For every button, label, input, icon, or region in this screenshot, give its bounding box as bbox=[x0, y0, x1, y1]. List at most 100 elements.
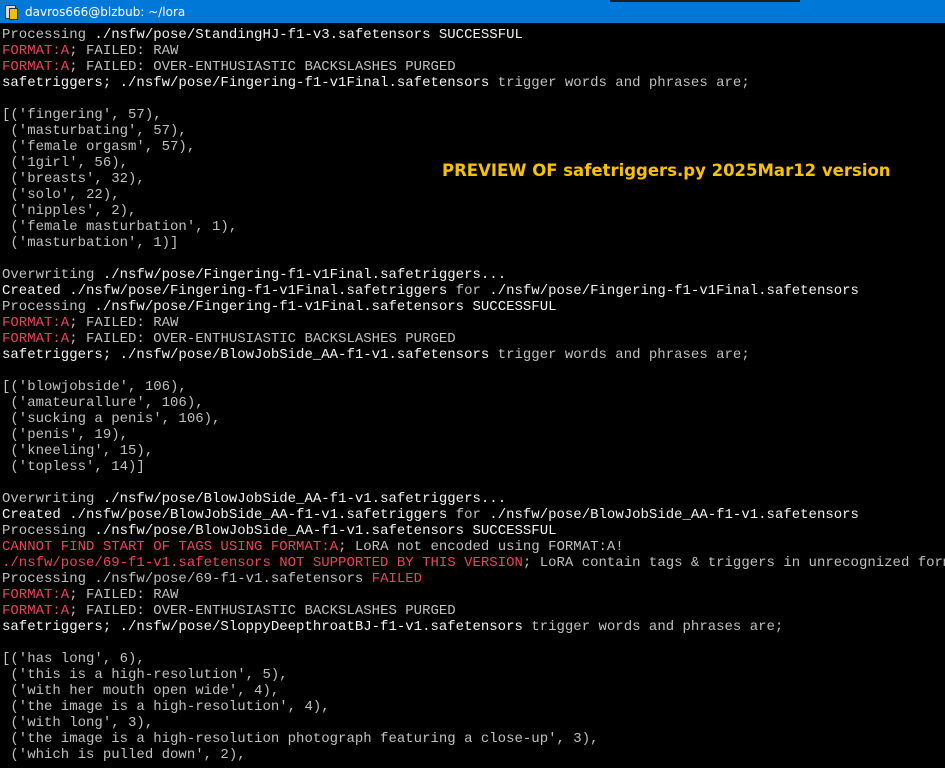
error-text: FORMAT:A bbox=[2, 43, 70, 59]
output-text: [('fingering', 57), bbox=[2, 107, 162, 123]
terminal-line: ('which is pulled down', 2), bbox=[2, 747, 945, 763]
terminal-line: ./nsfw/pose/69-f1-v1.safetensors NOT SUP… bbox=[2, 555, 945, 571]
output-text: ('penis', 19), bbox=[2, 427, 129, 443]
terminal-line: FORMAT:A; FAILED: OVER-ENTHUSIASTIC BACK… bbox=[2, 603, 945, 619]
terminal-line bbox=[2, 635, 945, 651]
output-text: ('breasts', 32), bbox=[2, 171, 145, 187]
window-title: davros666@blzbub: ~/lora bbox=[25, 4, 186, 19]
error-text: CANNOT FIND START OF TAGS USING FORMAT:A bbox=[2, 539, 339, 555]
terminal-line: ('female masturbation', 1), bbox=[2, 219, 945, 235]
output-text: safetriggers; ./nsfw/pose/Fingering-f1-v… bbox=[2, 75, 490, 91]
output-text: ; LoRA not encoded using FORMAT:A! bbox=[338, 539, 624, 555]
terminal-line bbox=[2, 251, 945, 267]
terminal-line: [('has long', 6), bbox=[2, 651, 945, 667]
output-text: ; FAILED: OVER-ENTHUSIASTIC BACKSLASHES … bbox=[69, 59, 456, 75]
output-text: ; FAILED: RAW bbox=[69, 43, 179, 59]
output-text: ('masturbation', 1)] bbox=[2, 235, 179, 251]
terminal-line: Overwriting ./nsfw/pose/Fingering-f1-v1F… bbox=[2, 267, 945, 283]
output-text: Processing ./nsfw/pose/69-f1-v1.safetens… bbox=[2, 571, 372, 587]
output-text: for bbox=[447, 507, 490, 523]
terminal-line: CANNOT FIND START OF TAGS USING FORMAT:A… bbox=[2, 539, 945, 555]
terminal-line: Processing ./nsfw/pose/StandingHJ-f1-v3.… bbox=[2, 27, 945, 43]
terminal-line: Processing ./nsfw/pose/Fingering-f1-v1Fi… bbox=[2, 299, 945, 315]
terminal-line: Processing ./nsfw/pose/69-f1-v1.safetens… bbox=[2, 571, 945, 587]
putty-icon[interactable] bbox=[3, 4, 19, 20]
output-text: [('has long', 6), bbox=[2, 651, 145, 667]
terminal-line: safetriggers; ./nsfw/pose/Fingering-f1-v… bbox=[2, 75, 945, 91]
output-text: ; FAILED: OVER-ENTHUSIASTIC BACKSLASHES … bbox=[69, 603, 456, 619]
output-text: ; FAILED: OVER-ENTHUSIASTIC BACKSLASHES … bbox=[69, 331, 456, 347]
output-text: [('blowjobside', 106), bbox=[2, 379, 187, 395]
terminal-line: ('masturbation', 1)] bbox=[2, 235, 945, 251]
terminal-line: FORMAT:A; FAILED: RAW bbox=[2, 315, 945, 331]
output-text: ./nsfw/pose/BlowJobSide_AA-f1-v1.safeten… bbox=[489, 507, 859, 523]
taskbar-strip bbox=[610, 0, 800, 2]
terminal-line: Created ./nsfw/pose/Fingering-f1-v1Final… bbox=[2, 283, 945, 299]
output-text: ('1girl', 56), bbox=[2, 155, 129, 171]
error-text: FORMAT:A bbox=[2, 315, 70, 331]
output-text: trigger words and phrases are; bbox=[489, 75, 750, 91]
output-text: ('nipples', 2), bbox=[2, 203, 137, 219]
terminal-line: ('kneeling', 15), bbox=[2, 443, 945, 459]
terminal-line: ('penis', 19), bbox=[2, 427, 945, 443]
terminal-line: ('the image is a high-resolution photogr… bbox=[2, 731, 945, 747]
output-text: safetriggers; ./nsfw/pose/SloppyDeepthro… bbox=[2, 619, 523, 635]
output-text: ('this is a high-resolution', 5), bbox=[2, 667, 288, 683]
output-text: ('the image is a high-resolution', 4), bbox=[2, 699, 330, 715]
output-text: ('kneeling', 15), bbox=[2, 443, 154, 459]
output-text: safetriggers; ./nsfw/pose/BlowJobSide_AA… bbox=[2, 347, 490, 363]
terminal-line: ('sucking a penis', 106), bbox=[2, 411, 945, 427]
terminal-line: safetriggers; ./nsfw/pose/BlowJobSide_AA… bbox=[2, 347, 945, 363]
terminal-line: ('nipples', 2), bbox=[2, 203, 945, 219]
output-text: Overwriting bbox=[2, 267, 103, 283]
output-text: trigger words and phrases are; bbox=[522, 619, 784, 635]
output-text: ('female orgasm', 57), bbox=[2, 139, 196, 155]
output-text: Processing bbox=[2, 523, 95, 539]
output-text: Created ./nsfw/pose/BlowJobSide_AA-f1-v1… bbox=[2, 507, 448, 523]
terminal-line: Created ./nsfw/pose/BlowJobSide_AA-f1-v1… bbox=[2, 507, 945, 523]
terminal-line: ('masturbating', 57), bbox=[2, 123, 945, 139]
terminal-line: ('this is a high-resolution', 5), bbox=[2, 667, 945, 683]
output-text: ('with long', 3), bbox=[2, 715, 154, 731]
output-text: ./nsfw/pose/BlowJobSide_AA-f1-v1.safeten… bbox=[94, 523, 557, 539]
output-text: ('female masturbation', 1), bbox=[2, 219, 238, 235]
error-text: ./nsfw/pose/69-f1-v1.safetensors NOT SUP… bbox=[2, 555, 523, 571]
terminal-line bbox=[2, 363, 945, 379]
terminal-line: ('solo', 22), bbox=[2, 187, 945, 203]
terminal-line: ('topless', 14)] bbox=[2, 459, 945, 475]
terminal-line: ('the image is a high-resolution', 4), bbox=[2, 699, 945, 715]
output-text: ('amateurallure', 106), bbox=[2, 395, 204, 411]
preview-annotation: PREVIEW OF safetriggers.py 2025Mar12 ver… bbox=[442, 161, 891, 180]
error-text: FORMAT:A bbox=[2, 59, 70, 75]
output-text: Created ./nsfw/pose/Fingering-f1-v1Final… bbox=[2, 283, 448, 299]
title-bar[interactable]: davros666@blzbub: ~/lora bbox=[0, 0, 945, 23]
output-text: ('the image is a high-resolution photogr… bbox=[2, 731, 599, 747]
output-text: ./nsfw/pose/StandingHJ-f1-v3.safetensors… bbox=[94, 27, 523, 43]
terminal-line: [('blowjobside', 106), bbox=[2, 379, 945, 395]
output-text: ; FAILED: RAW bbox=[69, 315, 179, 331]
output-text: trigger words and phrases are; bbox=[489, 347, 750, 363]
terminal-line: FORMAT:A; FAILED: OVER-ENTHUSIASTIC BACK… bbox=[2, 59, 945, 75]
output-text: ('masturbating', 57), bbox=[2, 123, 187, 139]
output-text: for bbox=[447, 283, 490, 299]
terminal-line: FORMAT:A; FAILED: OVER-ENTHUSIASTIC BACK… bbox=[2, 331, 945, 347]
terminal-line: ('female orgasm', 57), bbox=[2, 139, 945, 155]
terminal-line: ('with her mouth open wide', 4), bbox=[2, 683, 945, 699]
terminal-line bbox=[2, 91, 945, 107]
output-text: ; FAILED: RAW bbox=[69, 587, 179, 603]
output-text: ; LoRA contain tags & triggers in unreco… bbox=[522, 555, 945, 571]
output-text: ('which is pulled down', 2), bbox=[2, 747, 246, 763]
terminal-output[interactable]: Processing ./nsfw/pose/StandingHJ-f1-v3.… bbox=[2, 27, 945, 763]
output-text: ('with her mouth open wide', 4), bbox=[2, 683, 280, 699]
error-text: FORMAT:A bbox=[2, 331, 70, 347]
error-text: FAILED bbox=[371, 571, 423, 587]
terminal-line: Processing ./nsfw/pose/BlowJobSide_AA-f1… bbox=[2, 523, 945, 539]
error-text: FORMAT:A bbox=[2, 587, 70, 603]
output-text: ('topless', 14)] bbox=[2, 459, 145, 475]
terminal-line: safetriggers; ./nsfw/pose/SloppyDeepthro… bbox=[2, 619, 945, 635]
